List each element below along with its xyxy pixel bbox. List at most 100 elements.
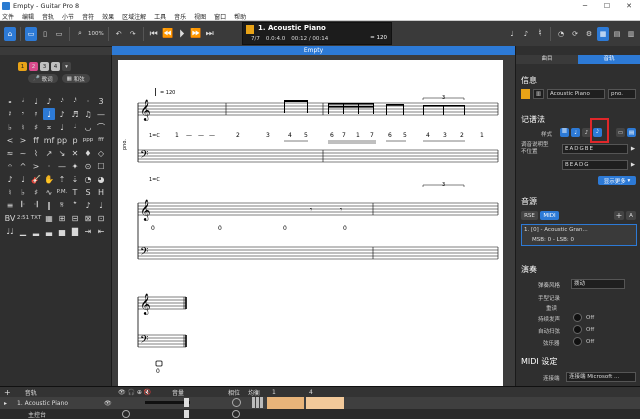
add-track-button[interactable]: + (4, 388, 11, 397)
volume-thumb[interactable] (184, 398, 189, 407)
menu-item-7[interactable]: 工具 (154, 12, 166, 21)
voice-1-button[interactable]: 1 (18, 62, 27, 71)
palette-symbol-4[interactable]: 𝅘𝅥𝅯 (56, 95, 68, 107)
loop-icon[interactable]: ⟳ (569, 27, 581, 41)
tuning-2-arrow[interactable]: ▶ (629, 160, 637, 169)
palette-symbol-8[interactable]: 𝄽 (4, 108, 16, 120)
palette-symbol-65[interactable]: 𝄆 (17, 199, 29, 211)
palette-symbol-37[interactable]: ✕ (69, 147, 81, 159)
bars-block[interactable] (267, 397, 304, 409)
palette-symbol-84[interactable]: ▅ (56, 225, 68, 237)
lyrics-button[interactable]: 🎤 歌词 (28, 74, 58, 83)
palette-symbol-38[interactable]: ♦ (82, 147, 94, 159)
palette-symbol-75[interactable]: ▦ (43, 212, 55, 224)
palette-symbol-48[interactable]: ♪ (4, 173, 16, 185)
zoom-select[interactable]: 100% (88, 27, 104, 41)
palette-symbol-1[interactable]: 𝅗𝅥 (17, 95, 29, 107)
palette-symbol-60[interactable]: P.M. (56, 186, 68, 198)
palette-symbol-85[interactable]: ▇ (69, 225, 81, 237)
palette-symbol-54[interactable]: ◔ (82, 173, 94, 185)
palette-symbol-78[interactable]: ⊠ (82, 212, 94, 224)
voice-dropdown[interactable]: ▾ (62, 62, 71, 71)
tuning-2-field[interactable]: BEADG (562, 160, 628, 170)
master-volume-thumb[interactable] (184, 410, 189, 418)
prev-button[interactable]: ⏪ (162, 27, 174, 41)
pan-knob[interactable] (232, 398, 241, 407)
palette-symbol-12[interactable]: ♪ (56, 108, 68, 120)
view-b-button[interactable]: ▤ (627, 128, 636, 137)
home-button[interactable]: ⌂ (4, 26, 16, 41)
palette-symbol-77[interactable]: ⊟ (69, 212, 81, 224)
palette-symbol-67[interactable]: ‖ (43, 199, 55, 211)
voice-3-button[interactable]: 3 (40, 62, 49, 71)
palette-symbol-30[interactable]: ppp (82, 134, 94, 146)
palette-symbol-44[interactable]: — (56, 160, 68, 172)
track-color-swatch[interactable] (521, 89, 530, 99)
palette-symbol-11[interactable]: ♩ (43, 108, 55, 120)
go-end-button[interactable]: ⏭ (204, 27, 216, 41)
metronome-icon[interactable]: ♪ (520, 27, 532, 41)
palette-symbol-72[interactable]: BV (4, 212, 16, 224)
palette-symbol-66[interactable]: 𝄇 (30, 199, 42, 211)
palette-symbol-3[interactable]: ♪ (43, 95, 55, 107)
speed-icon[interactable]: ◔ (555, 27, 567, 41)
palette-symbol-86[interactable]: ⇥ (82, 225, 94, 237)
menu-item-2[interactable]: 音轨 (42, 12, 54, 21)
palette-symbol-17[interactable]: ♮ (17, 121, 29, 133)
track-short-field[interactable]: pno. (608, 89, 636, 99)
palette-symbol-68[interactable]: 𝄋 (56, 199, 68, 211)
palette-symbol-82[interactable]: ▂ (30, 225, 42, 237)
next-button[interactable]: ⏩ (190, 27, 202, 41)
palette-symbol-52[interactable]: ⇡ (56, 173, 68, 185)
style-std-button[interactable]: 𝄚 (560, 128, 569, 137)
palette-symbol-39[interactable]: ◇ (95, 147, 107, 159)
visibility-icon[interactable]: 👁 (104, 400, 112, 407)
panel-left-icon[interactable]: ▦ (597, 26, 609, 41)
palette-symbol-0[interactable]: 𝅝 (4, 95, 16, 107)
palette-symbol-36[interactable]: ↘ (56, 147, 68, 159)
palette-symbol-18[interactable]: ♯ (30, 121, 42, 133)
score-page[interactable]: 𝄞 𝄢 𝄞 𝄢 𝄞 𝄢 3 3 = 120 pno. 1=C 1=C 1 — —… (118, 60, 503, 386)
palette-symbol-16[interactable]: ♭ (4, 121, 16, 133)
track-row-name[interactable]: 1. Acoustic Piano (17, 400, 68, 407)
menu-item-11[interactable]: 帮助 (234, 12, 246, 21)
palette-symbol-9[interactable]: 𝄾 (17, 108, 29, 120)
menu-item-1[interactable]: 编辑 (22, 12, 34, 21)
palette-symbol-35[interactable]: ↗ (43, 147, 55, 159)
palette-symbol-70[interactable]: ♪ (82, 199, 94, 211)
tab-song[interactable]: 曲目 (516, 55, 578, 64)
layout-horizontal-button[interactable]: ▭ (53, 27, 65, 41)
menu-item-8[interactable]: 音乐 (174, 12, 186, 21)
palette-symbol-73[interactable]: 2:51 (17, 212, 29, 224)
palette-symbol-80[interactable]: ♩♩ (4, 225, 16, 237)
menu-item-3[interactable]: 小节 (62, 12, 74, 21)
master-pan-knob[interactable] (122, 410, 130, 418)
palette-symbol-7[interactable]: 3 (95, 95, 107, 107)
palette-symbol-33[interactable]: ~ (17, 147, 29, 159)
show-more-button[interactable]: 显示更多 ▾ (598, 176, 636, 185)
palette-symbol-55[interactable]: ◕ (95, 173, 107, 185)
palette-symbol-64[interactable]: ≡ (4, 199, 16, 211)
zoom-icon[interactable]: ⌕ (74, 27, 86, 41)
panel-bottom-icon[interactable]: ▤ (611, 27, 623, 41)
palette-symbol-25[interactable]: > (17, 134, 29, 146)
menu-item-6[interactable]: 区域注解 (122, 12, 146, 21)
tuner-icon[interactable]: ♩ (506, 27, 518, 41)
palette-symbol-61[interactable]: T (69, 186, 81, 198)
palette-symbol-53[interactable]: ⇣ (69, 173, 81, 185)
palette-symbol-5[interactable]: 𝅘𝅥𝅰 (69, 95, 81, 107)
eq-bars[interactable] (252, 397, 266, 408)
menu-item-4[interactable]: 音符 (82, 12, 94, 21)
port-select[interactable]: 连接端 Microsoft ... (566, 372, 636, 382)
sustain-toggle[interactable] (573, 313, 582, 322)
palette-symbol-6[interactable]: · (82, 95, 94, 107)
palette-symbol-49[interactable]: ♩ (17, 173, 29, 185)
tuning-1-field[interactable]: EADGBE (562, 144, 628, 154)
palette-symbol-22[interactable]: ◡ (82, 121, 94, 133)
palette-symbol-26[interactable]: ff (30, 134, 42, 146)
auto-toggle[interactable] (573, 325, 582, 334)
maximize-button[interactable]: ☐ (596, 0, 618, 12)
palette-symbol-63[interactable]: H (95, 186, 107, 198)
palette-symbol-50[interactable]: 🎸 (30, 173, 42, 185)
rse-button[interactable]: RSE (521, 211, 538, 220)
